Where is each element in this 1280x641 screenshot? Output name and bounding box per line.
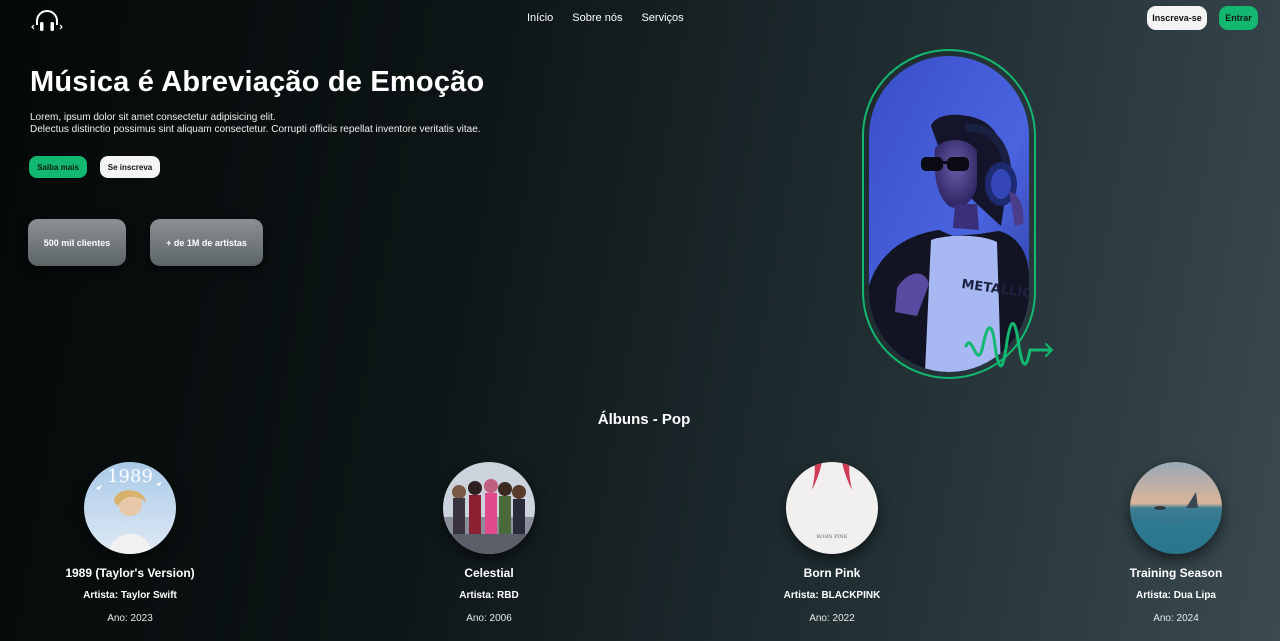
svg-text:1989: 1989	[107, 466, 153, 487]
site-header: Início Sobre nós Serviços Inscreva-se En…	[0, 0, 1280, 36]
nav-item-sobre-nos[interactable]: Sobre nós	[572, 12, 622, 24]
album-cover	[443, 462, 535, 554]
hero-description-line: Delectus distinctio possimus sint aliqua…	[30, 124, 481, 135]
main-nav: Início Sobre nós Serviços	[527, 12, 684, 24]
login-button[interactable]: Entrar	[1219, 6, 1258, 30]
learn-more-button[interactable]: Saiba mais	[29, 156, 87, 178]
album-artist: Artista: Taylor Swift	[83, 590, 177, 601]
album-year: Ano: 2006	[466, 613, 512, 624]
album-name: Celestial	[464, 566, 514, 580]
album-cover: 1989	[84, 462, 176, 554]
subscribe-button[interactable]: Se inscreva	[100, 156, 160, 178]
album-cover-training-season	[1130, 462, 1222, 554]
soundwave-decoration	[964, 322, 1054, 368]
hero-description-line: Lorem, ipsum dolor sit amet consectetur …	[30, 112, 276, 123]
album-year: Ano: 2022	[809, 613, 855, 624]
signup-button[interactable]: Inscreva-se	[1147, 6, 1207, 30]
album-name: 1989 (Taylor's Version)	[65, 566, 195, 580]
albums-section-title: Álbuns - Pop	[597, 411, 691, 428]
headphones-icon[interactable]	[30, 8, 64, 34]
nav-item-servicos[interactable]: Serviços	[641, 12, 683, 24]
album-card[interactable]: Training Season Artista: Dua Lipa Ano: 2…	[1076, 462, 1276, 624]
stat-artists-card: + de 1M de artistas	[150, 219, 263, 266]
album-artist: Artista: RBD	[459, 590, 519, 601]
album-card[interactable]: Celestial Artista: RBD Ano: 2006	[389, 462, 589, 624]
album-cover: BORN PINK	[786, 462, 878, 554]
album-artist: Artista: BLACKPINK	[783, 590, 881, 601]
album-cover	[1130, 462, 1222, 554]
album-name: Born Pink	[803, 566, 861, 580]
album-cover-born-pink: BORN PINK	[786, 462, 878, 554]
hero-description: Lorem, ipsum dolor sit amet consectetur …	[30, 112, 481, 136]
album-artist: Artista: Dua Lipa	[1135, 590, 1216, 601]
album-cover-1989: 1989	[84, 462, 176, 554]
nav-item-inicio[interactable]: Início	[527, 12, 553, 24]
hero-title: Música é Abreviação de Emoção	[30, 66, 485, 98]
album-card[interactable]: BORN PINK Born Pink Artista: BLACKPINK A…	[732, 462, 932, 624]
album-card[interactable]: 1989 1989 (Taylor's Version) Artista: Ta…	[30, 462, 230, 624]
svg-text:BORN PINK: BORN PINK	[816, 534, 847, 540]
album-year: Ano: 2024	[1153, 613, 1199, 624]
album-year: Ano: 2023	[107, 613, 153, 624]
stat-clients-card: 500 mil clientes	[28, 219, 126, 266]
album-cover-celestial	[443, 462, 535, 554]
album-name: Training Season	[1129, 566, 1223, 580]
